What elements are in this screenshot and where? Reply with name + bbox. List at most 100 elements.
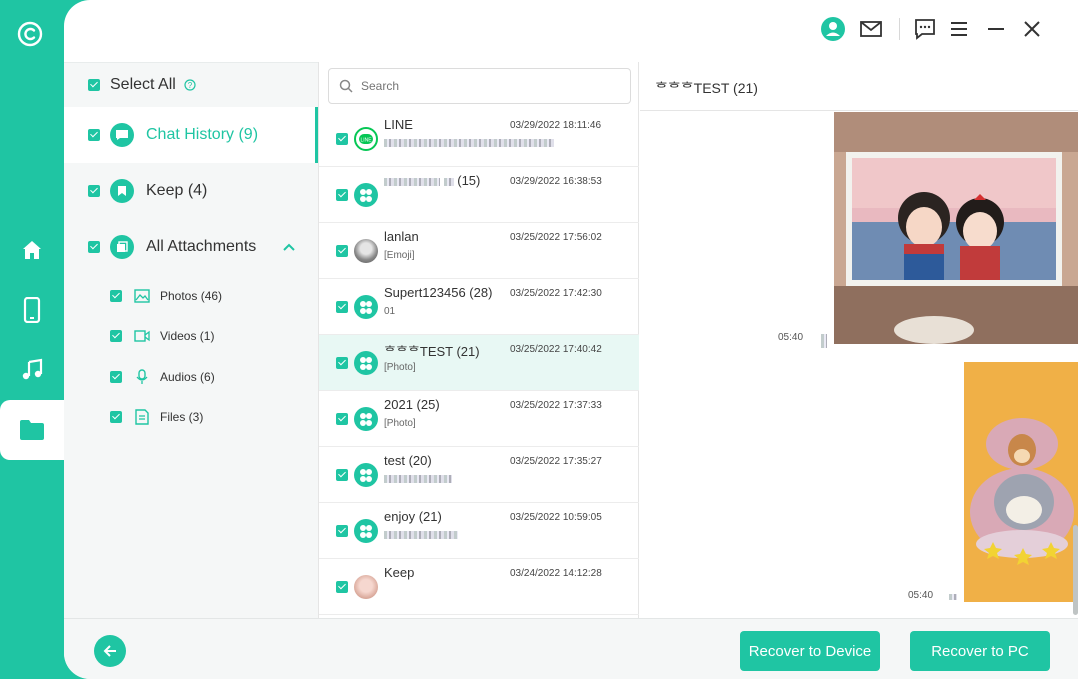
chat-checkbox[interactable]: [336, 581, 348, 593]
search-input[interactable]: [361, 79, 621, 93]
chat-time: 03/25/2022 10:59:05: [510, 512, 602, 523]
message-status-redacted: [821, 334, 827, 348]
conversation-header-divider: [640, 110, 1078, 111]
chat-preview-redacted: [384, 138, 554, 149]
all-attachments-checkbox[interactable]: [88, 241, 100, 253]
chat-preview: 01: [384, 306, 396, 317]
photo-icon: [134, 289, 150, 303]
recover-to-pc-button[interactable]: Recover to PC: [910, 631, 1050, 671]
chat-checkbox[interactable]: [336, 301, 348, 313]
chat-list-item[interactable]: lanlan [Emoji] 03/25/2022 17:56:02: [319, 223, 639, 279]
user-photo-avatar: [354, 575, 378, 599]
chat-list-item[interactable]: (15) 03/29/2022 16:38:53: [319, 167, 639, 223]
top-bar: [64, 0, 1078, 62]
svg-text:LINE: LINE: [360, 138, 372, 144]
chat-count: (15): [457, 173, 481, 188]
category-all-attachments[interactable]: All Attachments: [64, 219, 318, 275]
topbar-separator: [899, 18, 900, 40]
sub-category-audios[interactable]: Audios (6): [110, 369, 215, 385]
chat-list-item[interactable]: enjoy (21) 03/25/2022 10:59:05: [319, 503, 639, 559]
chat-preview-redacted: [384, 530, 458, 541]
chat-time: 03/25/2022 17:37:33: [510, 400, 602, 411]
folder-nav-button[interactable]: [0, 400, 64, 460]
chat-preview-redacted: [384, 474, 452, 485]
chat-list-item[interactable]: 2021 (25) [Photo] 03/25/2022 17:37:33: [319, 391, 639, 447]
chat-list-item[interactable]: test (20) 03/25/2022 17:35:27: [319, 447, 639, 503]
line-logo-icon: LINE: [354, 127, 378, 151]
feedback-icon[interactable]: [912, 16, 938, 42]
photos-label: Photos (46): [160, 289, 223, 303]
home-icon: [23, 241, 41, 259]
message-sticker[interactable]: [964, 362, 1078, 602]
user-avatar-icon[interactable]: [820, 16, 846, 42]
audios-label: Audios (6): [160, 370, 215, 384]
search-box[interactable]: [328, 68, 631, 104]
videos-checkbox[interactable]: [110, 330, 122, 342]
photos-checkbox[interactable]: [110, 290, 122, 302]
chat-history-label: Chat History (9): [146, 126, 259, 143]
main-area: Select All ? Chat History (9) Keep (4) A…: [64, 0, 1078, 679]
chat-name: test (20): [384, 453, 432, 468]
conversation-scrollbar[interactable]: [1073, 525, 1078, 615]
chat-checkbox[interactable]: [336, 133, 348, 145]
file-icon: [135, 409, 149, 425]
group-avatar-icon: [354, 519, 378, 543]
back-button[interactable]: [94, 635, 126, 667]
select-all-label: Select All: [110, 76, 176, 93]
help-icon[interactable]: ?: [184, 79, 196, 91]
chat-checkbox[interactable]: [336, 469, 348, 481]
sub-category-photos[interactable]: Photos (46): [110, 289, 222, 303]
folder-icon: [20, 420, 44, 440]
category-keep[interactable]: Keep (4): [64, 163, 318, 219]
device-nav-button[interactable]: [0, 280, 64, 340]
music-nav-button[interactable]: [0, 340, 64, 400]
category-panel: Select All ? Chat History (9) Keep (4) A…: [64, 62, 318, 618]
message-image[interactable]: [834, 112, 1078, 344]
chevron-up-icon[interactable]: [282, 242, 296, 252]
chat-time: 03/25/2022 17:40:42: [510, 344, 602, 355]
keep-checkbox[interactable]: [88, 185, 100, 197]
all-attachments-label: All Attachments: [146, 238, 257, 255]
select-all-checkbox[interactable]: [88, 79, 100, 91]
recover-to-device-button[interactable]: Recover to Device: [740, 631, 880, 671]
group-avatar-icon: [354, 183, 378, 207]
music-icon: [22, 358, 43, 380]
chat-checkbox[interactable]: [336, 189, 348, 201]
group-avatar-icon: [354, 295, 378, 319]
group-avatar-icon: [354, 463, 378, 487]
files-label: Files (3): [160, 410, 204, 424]
home-nav-button[interactable]: [0, 220, 64, 280]
chat-checkbox[interactable]: [336, 357, 348, 369]
chat-name: lanlan: [384, 229, 419, 244]
sub-category-files[interactable]: Files (3): [110, 409, 203, 425]
minimize-icon[interactable]: [983, 16, 1009, 42]
chat-name: enjoy (21): [384, 509, 442, 524]
chat-list-item-selected[interactable]: ᄒᄒᄒTEST (21) [Photo] 03/25/2022 17:40:42: [319, 335, 639, 391]
video-icon: [134, 330, 150, 342]
sub-category-videos[interactable]: Videos (1): [110, 329, 214, 343]
category-chat-history[interactable]: Chat History (9): [64, 107, 318, 163]
chat-time: 03/25/2022 17:35:27: [510, 456, 602, 467]
chat-checkbox[interactable]: [336, 413, 348, 425]
menu-icon[interactable]: [946, 16, 972, 42]
message-status-redacted: [949, 594, 957, 600]
chat-checkbox[interactable]: [336, 245, 348, 257]
chat-time: 03/29/2022 18:11:46: [510, 120, 602, 131]
chat-history-checkbox[interactable]: [88, 129, 100, 141]
chat-list-item[interactable]: Supert123456 (28) 01 03/25/2022 17:42:30: [319, 279, 639, 335]
chat-name: LINE: [384, 117, 413, 132]
mail-icon[interactable]: [858, 16, 884, 42]
user-photo-avatar: [354, 239, 378, 263]
files-checkbox[interactable]: [110, 411, 122, 423]
app-window: Select All ? Chat History (9) Keep (4) A…: [0, 0, 1078, 679]
chat-checkbox[interactable]: [336, 525, 348, 537]
chat-name: ᄒᄒᄒTEST (21): [384, 344, 480, 359]
arrow-left-icon: [103, 645, 116, 657]
audios-checkbox[interactable]: [110, 371, 122, 383]
chat-list-item[interactable]: Keep 03/24/2022 14:12:28: [319, 559, 639, 615]
chat-time: 03/29/2022 16:38:53: [510, 176, 602, 187]
chat-list-item[interactable]: LINE LINE 03/29/2022 18:11:46: [319, 111, 639, 167]
close-icon[interactable]: [1019, 16, 1045, 42]
group-avatar-icon: [354, 351, 378, 375]
select-all-row[interactable]: Select All ?: [64, 69, 318, 101]
